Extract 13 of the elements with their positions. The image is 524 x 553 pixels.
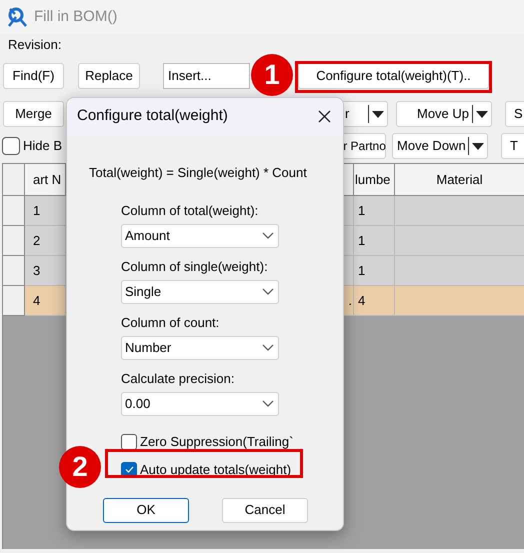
field-label: Column of count: [121, 314, 220, 330]
checkbox-label: Zero Suppression(Trailing` [140, 432, 294, 451]
field-label: Column of total(weight): [121, 202, 258, 218]
field-label: Calculate precision: [121, 370, 234, 386]
checkbox-label: Hide B [23, 137, 62, 156]
field-label: Column of single(weight): [121, 258, 268, 274]
checkbox-label: Auto update totals(weight) [140, 460, 292, 479]
dialog-title: Configure total(weight) [77, 106, 228, 126]
callout-badge: 1 [251, 54, 293, 96]
window-title: Fill in BOM() [34, 6, 118, 27]
revision-label: Revision: [8, 37, 62, 53]
formula-text: Total(weight) = Single(weight) * Count [89, 165, 307, 180]
table-cell: 4 [354, 286, 395, 316]
